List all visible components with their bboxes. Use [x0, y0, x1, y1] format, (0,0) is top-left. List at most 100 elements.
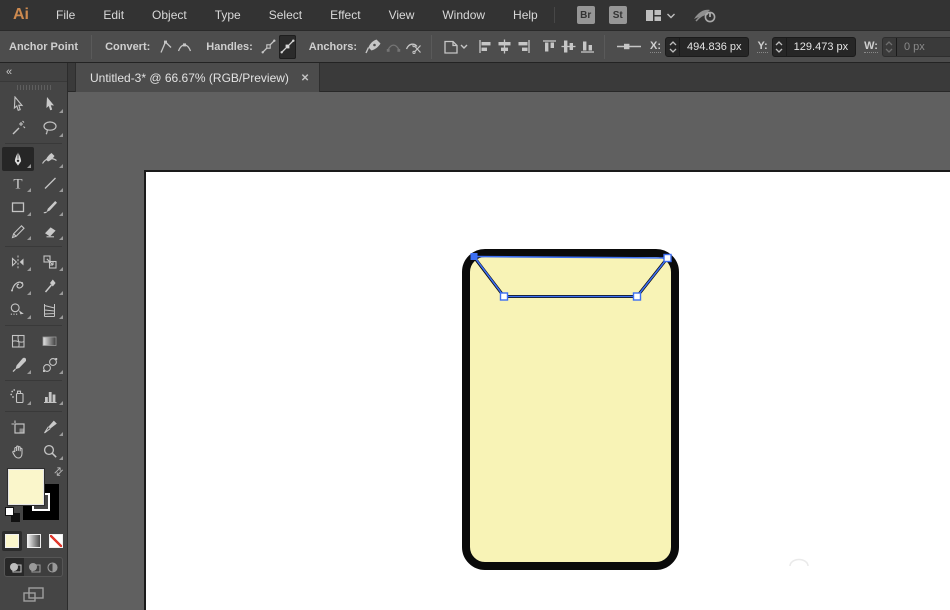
cut-path-button[interactable]: [404, 35, 423, 59]
illustrator-logo[interactable]: Ai: [0, 6, 42, 24]
toolbar-grip[interactable]: [16, 85, 51, 90]
column-graph-tool[interactable]: [34, 384, 66, 408]
menu-type[interactable]: Type: [201, 0, 255, 30]
menu-file[interactable]: File: [42, 0, 89, 30]
x-stepper[interactable]: [666, 37, 681, 56]
x-value[interactable]: 494.836 px: [680, 38, 748, 56]
x-label[interactable]: X:: [650, 40, 662, 53]
anchor-point[interactable]: [663, 253, 672, 263]
canvas-pasteboard[interactable]: [68, 92, 950, 610]
divider: [431, 34, 433, 59]
width-tool[interactable]: [2, 274, 34, 298]
align-vertical-top-button[interactable]: [541, 35, 558, 59]
workspace-layout-icon: [645, 8, 662, 23]
puppet-warp-tool[interactable]: [34, 274, 66, 298]
type-tool[interactable]: T: [2, 171, 34, 195]
w-input: 0 px: [881, 36, 950, 57]
menu-view[interactable]: View: [375, 0, 429, 30]
hide-handles-button[interactable]: [278, 34, 296, 59]
blend-tool[interactable]: [34, 353, 66, 377]
stock-button[interactable]: St: [608, 6, 627, 24]
anchor-point[interactable]: [499, 292, 509, 301]
align-horizontal-right-button[interactable]: [515, 35, 532, 59]
workspace-switcher[interactable]: [645, 8, 676, 23]
w-stepper: [883, 37, 897, 56]
default-fill-stroke-icon[interactable]: [5, 507, 20, 522]
remove-anchor-button[interactable]: [364, 35, 383, 59]
handles-label: Handles:: [206, 40, 253, 53]
rectangle-tool[interactable]: [2, 195, 34, 219]
draw-behind-button[interactable]: [24, 558, 43, 576]
hand-tool[interactable]: [2, 439, 34, 463]
y-input[interactable]: 129.473 px: [771, 36, 857, 57]
menu-window[interactable]: Window: [428, 0, 499, 30]
slice-tool[interactable]: [34, 415, 66, 439]
anchor-point-selected[interactable]: [470, 253, 478, 260]
anchor-point[interactable]: [632, 292, 642, 301]
convert-to-smooth-button[interactable]: [176, 35, 193, 59]
menu-help[interactable]: Help: [499, 0, 552, 30]
shape-builder-tool[interactable]: [2, 298, 34, 322]
zoom-tool[interactable]: [34, 439, 66, 463]
convert-to-corner-button[interactable]: [157, 35, 174, 59]
menu-object[interactable]: Object: [138, 0, 201, 30]
align-vertical-bottom-button[interactable]: [579, 35, 596, 59]
pencil-tool[interactable]: [2, 219, 34, 243]
draw-inside-button[interactable]: [43, 558, 62, 576]
eyedropper-tool[interactable]: [2, 353, 34, 377]
swap-fill-stroke-icon[interactable]: ⇄: [51, 464, 66, 479]
document-title: Untitled-3* @ 66.67% (RGB/Preview): [90, 70, 289, 85]
color-button[interactable]: [1, 531, 22, 551]
tools-panel: « T ⇄: [0, 63, 68, 610]
align-horizontal-center-button[interactable]: [496, 35, 513, 59]
eraser-tool[interactable]: [34, 219, 66, 243]
divider: [604, 34, 606, 59]
artboard-tool[interactable]: [2, 415, 34, 439]
magic-wand-tool[interactable]: [2, 116, 34, 140]
document-tab[interactable]: Untitled-3* @ 66.67% (RGB/Preview) ✕: [75, 63, 321, 92]
envelope-body-shape[interactable]: [462, 249, 679, 570]
y-field-group: Y: 129.473 px: [757, 36, 857, 57]
curvature-tool[interactable]: [34, 147, 66, 171]
x-input[interactable]: 494.836 px: [665, 36, 750, 57]
align-vertical-center-button[interactable]: [560, 35, 577, 59]
reflect-tool[interactable]: [2, 250, 34, 274]
draw-normal-button[interactable]: [5, 558, 24, 576]
menu-select[interactable]: Select: [255, 0, 316, 30]
document-tab-strip: Untitled-3* @ 66.67% (RGB/Preview) ✕: [68, 63, 950, 92]
paintbrush-tool[interactable]: [34, 195, 66, 219]
lasso-tool[interactable]: [34, 116, 66, 140]
gradient-tool[interactable]: [34, 329, 66, 353]
close-tab-icon[interactable]: ✕: [301, 72, 309, 84]
scale-tool[interactable]: [34, 250, 66, 274]
toolbar-collapse-button[interactable]: «: [0, 63, 67, 82]
gpu-performance-icon[interactable]: [692, 6, 718, 24]
envelope-artwork[interactable]: [462, 249, 679, 570]
perspective-grid-tool[interactable]: [34, 298, 66, 322]
direct-selection-tool[interactable]: [34, 92, 66, 116]
toolbar-separator: [5, 325, 62, 326]
isolate-selected-object-button[interactable]: [440, 35, 470, 59]
y-value[interactable]: 129.473 px: [787, 38, 855, 56]
selection-tool[interactable]: [2, 92, 34, 116]
align-horizontal-left-button[interactable]: [477, 35, 494, 59]
connect-endpoints-button[interactable]: [385, 35, 402, 59]
menu-edit[interactable]: Edit: [89, 0, 138, 30]
y-label[interactable]: Y:: [757, 40, 768, 53]
gradient-button[interactable]: [24, 531, 44, 551]
pen-tool[interactable]: [1, 147, 34, 171]
show-handles-button[interactable]: [260, 35, 277, 59]
none-button[interactable]: [46, 531, 66, 551]
divider: [91, 34, 93, 59]
fill-swatch[interactable]: [8, 469, 44, 505]
y-stepper[interactable]: [773, 37, 787, 56]
context-label: Anchor Point: [9, 40, 79, 53]
change-screen-mode[interactable]: [0, 586, 67, 604]
symbol-sprayer-tool[interactable]: [2, 384, 34, 408]
mesh-tool[interactable]: [2, 329, 34, 353]
bridge-button[interactable]: Br: [576, 6, 595, 24]
menu-effect[interactable]: Effect: [316, 0, 374, 30]
line-segment-tool[interactable]: [34, 171, 66, 195]
drawing-modes: [0, 557, 67, 577]
w-field-group: W: 0 px: [864, 36, 950, 57]
